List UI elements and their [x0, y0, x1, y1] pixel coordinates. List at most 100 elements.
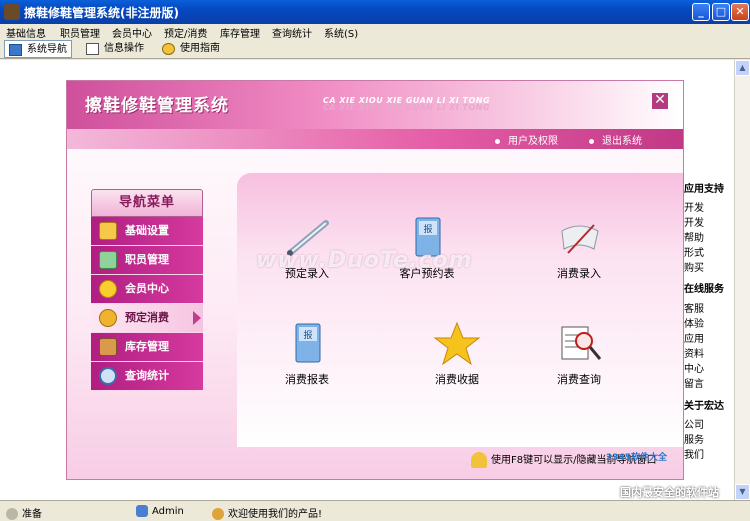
- close-button[interactable]: ✕: [731, 3, 749, 21]
- monitor-icon: [9, 44, 22, 56]
- nav-menu: 基础设置 职员管理 会员中心 预定消费 库存管理 查询统计: [91, 217, 203, 391]
- user-icon: [136, 505, 148, 517]
- star-icon: [432, 321, 482, 367]
- dialog-title: 擦鞋修鞋管理系统: [85, 96, 229, 116]
- nav-item-label: 会员中心: [125, 282, 169, 295]
- side-link[interactable]: 应用: [684, 330, 704, 345]
- window-title: 擦鞋修鞋管理系统(非注册版): [24, 6, 179, 20]
- magnifier-icon: [99, 367, 117, 385]
- side-link[interactable]: 购买: [684, 259, 704, 274]
- content-panel: 预定录入 报 客户预约表 消费录入 报 消费报表 消费收据 消费查询: [237, 173, 683, 447]
- nav-item-label: 基础设置: [125, 224, 169, 237]
- status-icon: [6, 508, 18, 520]
- coins-icon: [99, 309, 117, 327]
- box-icon: [99, 338, 117, 356]
- minimize-button[interactable]: _: [692, 3, 710, 21]
- svg-text:报: 报: [303, 329, 312, 341]
- tab-label: 系统导航: [27, 44, 67, 55]
- staff-icon: [99, 251, 117, 269]
- tile-consumption-entry[interactable]: 消费录入: [529, 215, 629, 281]
- user-hint-icon: [471, 452, 487, 468]
- side-link[interactable]: 客服: [684, 300, 704, 315]
- menu-basic-info[interactable]: 基础信息: [6, 25, 46, 40]
- title-bar: 擦鞋修鞋管理系统(非注册版) _ □ ✕: [0, 0, 750, 24]
- nav-item-label: 库存管理: [125, 340, 169, 353]
- nav-item-query[interactable]: 查询统计: [91, 362, 203, 391]
- document-icon: [99, 222, 117, 240]
- report-icon: 报: [282, 321, 332, 367]
- bullet-icon: [589, 138, 594, 144]
- scroll-up-icon[interactable]: ▲: [735, 60, 750, 76]
- status-ready: 准备: [6, 505, 42, 520]
- side-link[interactable]: 服务: [684, 431, 704, 446]
- tab-guide[interactable]: 使用指南: [158, 40, 220, 58]
- dialog-link-bar: 用户及权限 退出系统: [67, 129, 683, 149]
- menu-query[interactable]: 查询统计: [272, 25, 312, 40]
- toolbar: 系统导航 信息操作 使用指南: [0, 39, 750, 59]
- nav-item-booking[interactable]: 预定消费: [91, 304, 203, 333]
- tile-label: 消费收据: [435, 373, 479, 386]
- dialog-header: 擦鞋修鞋管理系统 CA XIE XIOU XIE GUAN LI XI TONG…: [67, 81, 683, 129]
- search-report-icon: [554, 321, 604, 367]
- side-section-head: 在线服务: [684, 284, 724, 295]
- status-bar: 准备 Admin 欢迎使用我们的产品!: [0, 500, 750, 521]
- tile-consumption-receipt[interactable]: 消费收据: [407, 321, 507, 387]
- side-link[interactable]: 形式: [684, 244, 704, 259]
- nav-item-inventory[interactable]: 库存管理: [91, 333, 203, 362]
- dialog-subtitle-shadow: CA XIE XIOU XIE GUAN LI XI TONG: [323, 103, 491, 112]
- tab-label: 使用指南: [180, 43, 220, 54]
- side-link[interactable]: 开发: [684, 199, 704, 214]
- side-link[interactable]: 资料: [684, 345, 704, 360]
- navigation-dialog: 擦鞋修鞋管理系统 CA XIE XIOU XIE GUAN LI XI TONG…: [66, 80, 684, 480]
- user-permissions-link[interactable]: 用户及权限: [495, 132, 558, 147]
- menu-inventory[interactable]: 库存管理: [220, 25, 260, 40]
- tile-label: 消费报表: [285, 373, 329, 386]
- grid-icon: [86, 43, 99, 55]
- menu-booking[interactable]: 预定/消费: [164, 25, 207, 40]
- watermark-text: www.DuoTe.com: [256, 248, 473, 273]
- exit-system-link[interactable]: 退出系统: [589, 132, 642, 147]
- scroll-down-icon[interactable]: ▼: [735, 484, 750, 500]
- tile-label: 消费录入: [557, 267, 601, 280]
- star-icon: [99, 280, 117, 298]
- side-section-head: 关于宏达: [684, 401, 724, 412]
- tab-system-nav[interactable]: 系统导航: [4, 40, 72, 58]
- bullet-icon: [495, 138, 500, 144]
- nav-item-member[interactable]: 会员中心: [91, 275, 203, 304]
- side-link[interactable]: 公司: [684, 416, 704, 431]
- menu-staff[interactable]: 职员管理: [60, 25, 100, 40]
- side-link[interactable]: 我们: [684, 446, 704, 461]
- side-link[interactable]: 留言: [684, 375, 704, 390]
- tile-label: 消费查询: [557, 373, 601, 386]
- maximize-button[interactable]: □: [712, 3, 730, 21]
- tab-info-ops[interactable]: 信息操作: [82, 40, 144, 58]
- nav-item-basic-settings[interactable]: 基础设置: [91, 217, 203, 246]
- tile-consumption-query[interactable]: 消费查询: [529, 321, 629, 387]
- nav-item-staff[interactable]: 职员管理: [91, 246, 203, 275]
- status-user: Admin: [136, 505, 184, 517]
- side-link[interactable]: 帮助: [684, 229, 704, 244]
- vertical-scrollbar[interactable]: ▲ ▼: [734, 60, 750, 500]
- side-link[interactable]: 中心: [684, 360, 704, 375]
- watermark-bottom: 国内最安全的软件站: [620, 486, 719, 499]
- tab-label: 信息操作: [104, 43, 144, 54]
- svg-text:报: 报: [423, 223, 432, 235]
- watermark-corner: 2345软件大全: [606, 453, 668, 463]
- nav-item-label: 预定消费: [125, 311, 169, 324]
- menu-bar: 基础信息 职员管理 会员中心 预定/消费 库存管理 查询统计 系统(S): [0, 24, 750, 40]
- menu-system[interactable]: 系统(S): [324, 25, 358, 40]
- status-welcome: 欢迎使用我们的产品!: [212, 505, 322, 520]
- person-icon: [212, 508, 224, 520]
- nav-menu-title: 导航菜单: [91, 189, 203, 217]
- nav-item-label: 查询统计: [125, 369, 169, 382]
- tile-consumption-report[interactable]: 报 消费报表: [257, 321, 357, 387]
- help-icon: [162, 43, 175, 55]
- scroll-icon: [554, 215, 604, 261]
- active-arrow-icon: [193, 311, 201, 325]
- app-icon: [4, 4, 20, 20]
- menu-member[interactable]: 会员中心: [112, 25, 152, 40]
- side-link[interactable]: 体验: [684, 315, 704, 330]
- side-link[interactable]: 开发: [684, 214, 704, 229]
- side-section-head: 应用支持: [684, 184, 724, 195]
- dialog-close-button[interactable]: ✕: [651, 92, 669, 110]
